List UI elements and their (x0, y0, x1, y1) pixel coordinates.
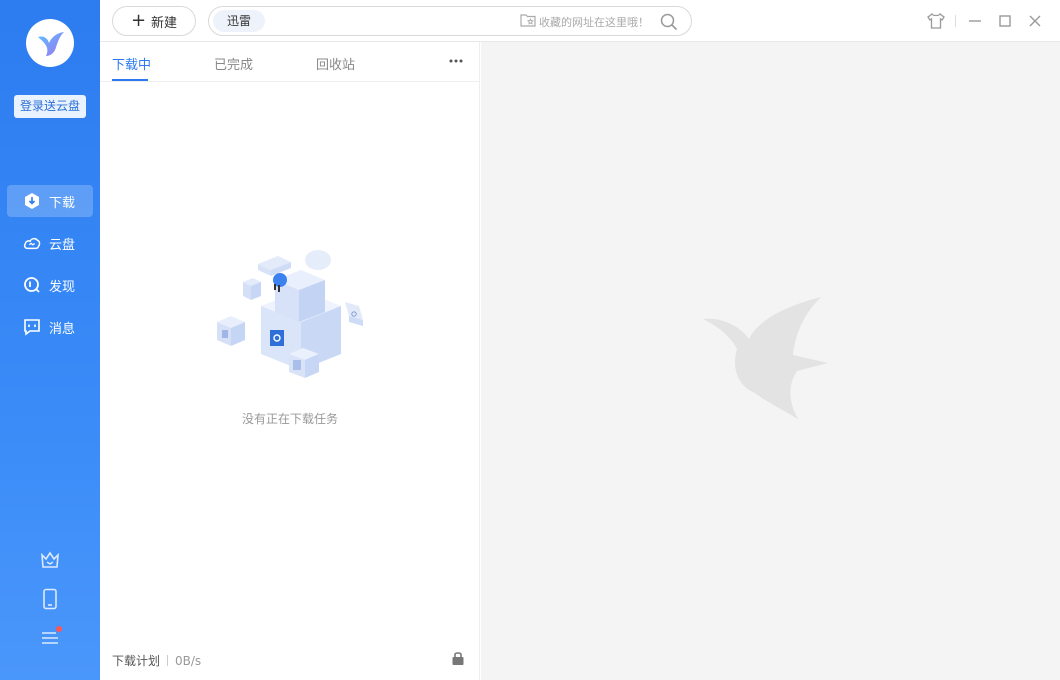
search-icon[interactable] (659, 12, 679, 32)
url-input[interactable] (271, 10, 501, 32)
window-controls (921, 10, 1050, 32)
download-hex-icon (23, 192, 41, 210)
download-speed: 0B/s (175, 653, 202, 668)
url-tag[interactable]: 迅雷 (213, 10, 266, 32)
download-footer: 下载计划 0B/s (112, 652, 201, 669)
detail-area (481, 42, 1060, 680)
footer-divider (167, 655, 169, 666)
sidebar-item-label: 发现 (49, 279, 76, 295)
login-cloud-button[interactable]: 登录送云盘 (14, 95, 86, 118)
skin-shirt-icon[interactable] (921, 10, 951, 32)
url-bar: 迅雷 收藏的网址在这里哦！ (208, 6, 692, 36)
favorites-hint: 收藏的网址在这里哦！ (539, 15, 649, 29)
empty-state-text: 没有正在下载任务 (241, 412, 338, 426)
more-options-icon[interactable] (446, 52, 466, 70)
maximize-icon[interactable] (990, 10, 1020, 32)
tab-completed[interactable]: 已完成 (214, 54, 253, 73)
sidebar-item-label: 下载 (49, 195, 76, 211)
download-tabs: 下载中 已完成 回收站 (100, 42, 480, 82)
folder-star-icon (520, 13, 536, 30)
new-task-button[interactable]: + 新建 (112, 6, 196, 36)
favorites-button[interactable]: 收藏的网址在这里哦！ (520, 13, 649, 30)
sidebar-item-discover[interactable]: 发现 (7, 269, 93, 301)
sidebar-item-label: 云盘 (49, 237, 76, 253)
active-tab-underline (112, 79, 148, 81)
discover-icon (23, 276, 41, 294)
sidebar-item-cloud[interactable]: 云盘 (7, 227, 93, 259)
message-icon (23, 318, 41, 336)
minimize-icon[interactable] (960, 10, 990, 32)
new-task-label: 新建 (151, 15, 178, 31)
thunder-bird-watermark-icon (703, 297, 828, 419)
sidebar: 登录送云盘 下载 云盘 发现 消息 (0, 0, 100, 680)
close-icon[interactable] (1020, 10, 1050, 32)
empty-boxes-illustration (217, 250, 363, 378)
download-panel: 下载中 已完成 回收站 没有正在下载任务 下载计划 0B/s (100, 42, 480, 680)
crown-icon[interactable] (38, 548, 62, 572)
control-divider (955, 15, 956, 27)
plus-icon: + (130, 10, 147, 31)
sidebar-item-message[interactable]: 消息 (7, 311, 93, 343)
phone-icon[interactable] (38, 587, 62, 611)
cloud-icon (23, 234, 41, 252)
thunder-bird-logo-icon (38, 32, 64, 56)
notification-dot (56, 626, 62, 632)
tab-downloading[interactable]: 下载中 (112, 54, 151, 73)
user-avatar[interactable] (26, 19, 74, 67)
tab-recycle-bin[interactable]: 回收站 (316, 54, 355, 73)
top-bar: + 新建 迅雷 收藏的网址在这里哦！ (100, 0, 1060, 42)
menu-icon[interactable] (38, 626, 62, 650)
sidebar-item-download[interactable]: 下载 (7, 185, 93, 217)
sidebar-item-label: 消息 (49, 321, 76, 337)
download-plan-link[interactable]: 下载计划 (112, 652, 160, 669)
lock-icon[interactable] (451, 650, 465, 666)
